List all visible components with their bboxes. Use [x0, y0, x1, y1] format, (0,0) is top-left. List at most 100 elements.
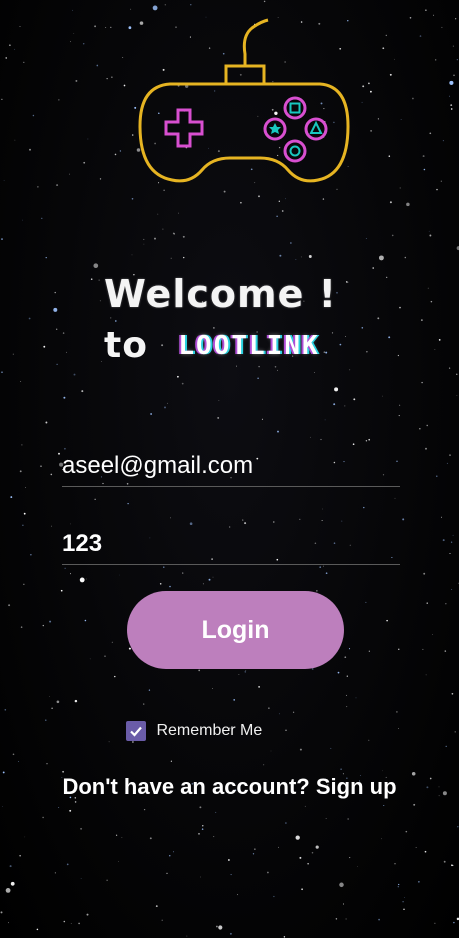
password-field[interactable]: 123: [62, 526, 400, 565]
star: [51, 707, 53, 709]
remember-me-row[interactable]: Remember Me: [126, 721, 262, 743]
star: [159, 583, 162, 585]
star: [444, 650, 447, 652]
star: [440, 516, 442, 518]
star: [386, 619, 388, 622]
star: [258, 195, 260, 198]
star: [339, 343, 342, 346]
star: [114, 320, 117, 322]
star: [450, 108, 453, 110]
star: [58, 807, 60, 808]
star: [89, 658, 91, 660]
star: [1, 371, 3, 373]
star: [453, 921, 455, 924]
star: [9, 44, 11, 46]
email-field[interactable]: aseel@gmail.com: [62, 448, 400, 487]
star: [170, 257, 172, 259]
star: [368, 82, 370, 85]
star: [346, 675, 348, 677]
star: [370, 130, 372, 132]
star: [63, 396, 66, 399]
star: [399, 306, 401, 309]
star: [325, 817, 327, 819]
login-screen: Welcome ! to LOOTLINK aseel@gmail.com 12…: [0, 0, 459, 938]
star: [94, 498, 96, 500]
star: [183, 256, 185, 259]
star: [110, 26, 112, 29]
star: [157, 213, 159, 215]
star: [43, 345, 46, 348]
star: [428, 230, 430, 232]
star: [170, 760, 172, 762]
star: [339, 882, 344, 888]
star: [202, 583, 204, 585]
star: [10, 881, 15, 886]
star: [119, 150, 122, 152]
star: [87, 138, 89, 140]
star: [320, 438, 322, 441]
star: [24, 836, 26, 838]
star: [80, 877, 82, 879]
star: [398, 648, 400, 650]
star: [325, 351, 328, 354]
star: [12, 753, 15, 756]
star: [162, 228, 164, 230]
star: [213, 836, 215, 838]
star: [202, 825, 204, 827]
star: [114, 153, 117, 156]
star: [311, 851, 314, 854]
star: [163, 566, 165, 568]
star: [238, 674, 240, 676]
star: [436, 475, 438, 478]
star: [118, 574, 120, 576]
star: [237, 894, 239, 896]
star: [438, 339, 441, 341]
star: [22, 524, 24, 526]
star: [64, 567, 66, 569]
star: [122, 57, 124, 59]
star: [62, 770, 64, 773]
signup-link[interactable]: Don't have an account? Sign up: [0, 774, 459, 800]
star: [49, 696, 51, 698]
star: [8, 604, 11, 607]
star: [148, 689, 151, 691]
star: [366, 351, 368, 353]
star: [42, 816, 44, 819]
star: [28, 317, 31, 320]
star: [56, 700, 60, 704]
star: [404, 256, 407, 259]
star: [423, 572, 426, 575]
star: [131, 198, 134, 200]
star: [46, 763, 48, 765]
star: [435, 59, 437, 61]
star: [170, 517, 172, 519]
star: [267, 871, 269, 874]
star: [54, 291, 56, 294]
star: [198, 833, 200, 835]
star: [335, 918, 338, 920]
star: [382, 47, 385, 50]
star: [66, 863, 69, 866]
star: [182, 235, 185, 238]
star: [60, 589, 63, 592]
star: [1, 98, 3, 101]
star: [355, 697, 357, 699]
welcome-heading: Welcome !: [104, 272, 337, 316]
star: [368, 650, 370, 652]
star: [80, 827, 83, 830]
star: [342, 903, 345, 905]
star: [54, 872, 56, 874]
star: [449, 454, 451, 456]
star: [99, 300, 101, 302]
star: [19, 470, 22, 473]
star: [84, 619, 87, 622]
remember-me-checkbox[interactable]: [126, 721, 146, 741]
star: [118, 860, 119, 862]
star: [394, 58, 395, 60]
star: [111, 641, 113, 643]
star: [443, 860, 446, 863]
star: [143, 703, 145, 705]
login-button[interactable]: Login: [127, 591, 344, 669]
star: [396, 711, 398, 713]
star: [323, 351, 325, 353]
